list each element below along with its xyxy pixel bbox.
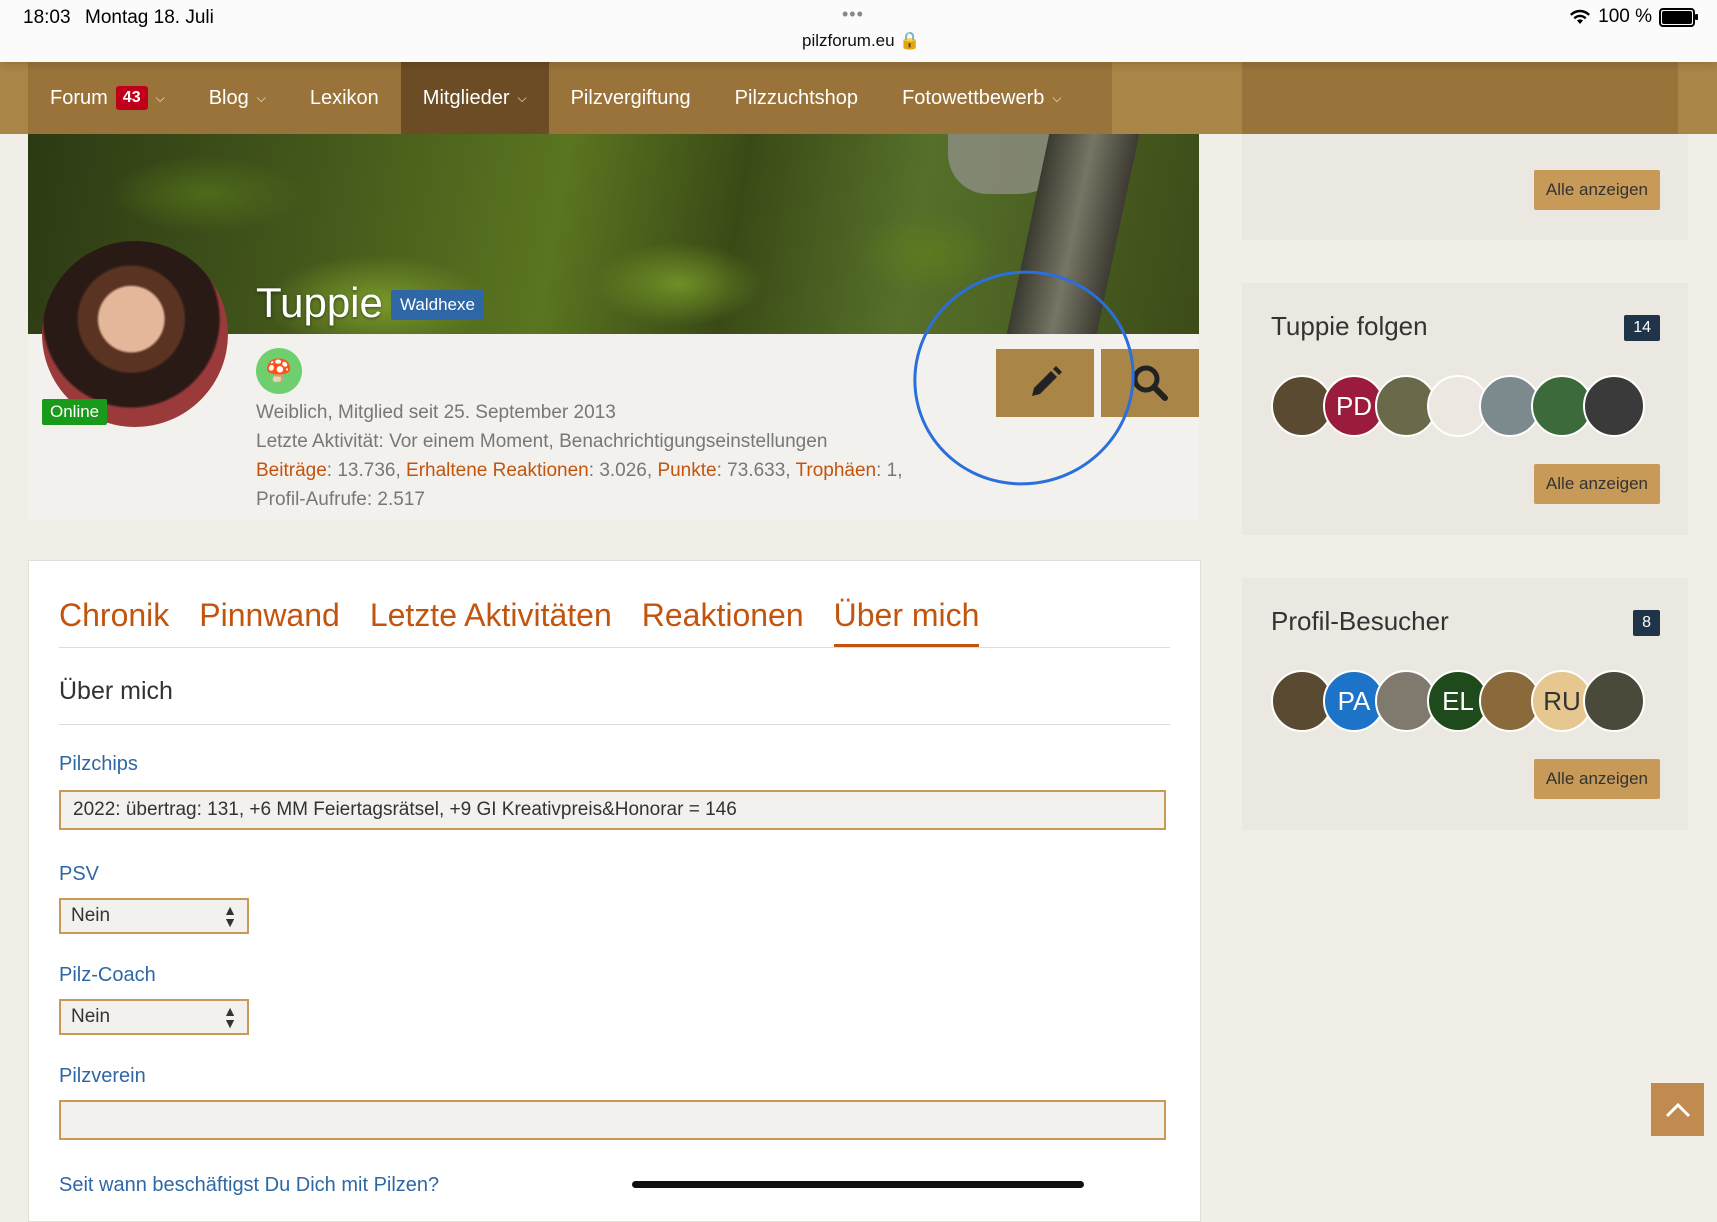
forum-unread-badge: 43: [115, 86, 148, 110]
nav-item-pilzzuchtshop[interactable]: Pilzzuchtshop: [713, 62, 880, 134]
visitors-count: 8: [1633, 610, 1660, 636]
url-text: pilzforum.eu: [802, 31, 895, 50]
nav-item-label: Blog: [208, 86, 249, 109]
following-avatars: PD: [1271, 375, 1645, 437]
lock-icon: 🔒: [899, 31, 921, 50]
chevron-up-icon: [1665, 1102, 1690, 1117]
tab-2[interactable]: Pinnwand: [199, 597, 340, 647]
pilzchips-value: 2022: übertrag: 131, +6 MM Feiertagsräts…: [73, 799, 737, 820]
nav-item-pilzvergiftung[interactable]: Pilzvergiftung: [549, 62, 713, 134]
profile-username: Tuppie: [256, 279, 383, 326]
profile-search-button[interactable]: [1101, 349, 1199, 417]
status-time: 18:03: [23, 7, 71, 28]
chevron-down-icon: ⌵: [155, 90, 165, 105]
psv-selected: Nein: [71, 905, 111, 926]
updown-icon: ▲ ▼: [223, 902, 237, 930]
following-card: Tuppie folgen 14 PD Alle anzeigen: [1242, 283, 1688, 535]
nav-item-forum[interactable]: Forum 43 ⌵: [28, 62, 187, 134]
multitask-dots[interactable]: •••: [842, 4, 864, 25]
status-date: Montag 18. Juli: [85, 7, 214, 28]
scroll-to-top-button[interactable]: [1651, 1083, 1704, 1136]
battery-icon: [1659, 7, 1698, 27]
reactions-link[interactable]: Erhaltene Reaktionen: [406, 460, 589, 481]
profile-tabs: Chronik Pinnwand Letzte Aktivitäten Reaktio…: [59, 597, 1170, 648]
pilzcoach-selected: Nein: [71, 1006, 111, 1027]
psv-select[interactable]: Nein ▲ ▼: [59, 898, 249, 934]
psv-label: PSV: [59, 863, 100, 885]
show-all-button-top[interactable]: Alle anzeigen: [1533, 170, 1660, 210]
following-avatar[interactable]: [1583, 375, 1645, 437]
show-all-visitors-button[interactable]: Alle anzeigen: [1533, 759, 1660, 799]
nav-item-label: Pilzvergiftung: [570, 86, 691, 109]
chevron-down-icon: ⌵: [1052, 90, 1062, 105]
following-title: Tuppie folgen: [1271, 311, 1428, 341]
since-label: Seit wann beschäftigst Du Dich mit Pilze…: [59, 1174, 440, 1196]
posts-link[interactable]: Beiträge: [256, 460, 327, 481]
visitors-title: Profil-Besucher: [1271, 606, 1449, 636]
updown-icon: ▲ ▼: [223, 1003, 237, 1031]
section-title: Über mich: [59, 677, 173, 705]
nav-menu: Forum 43 ⌵ Blog ⌵ Lexikon Mitglieder ⌵ Pilzvergi…: [28, 62, 1112, 134]
nav-item-label: Pilzzuchtshop: [734, 86, 859, 109]
chevron-down-icon: ⌵: [517, 90, 527, 105]
battery-text: 100 %: [1598, 6, 1652, 27]
section-divider: [59, 724, 1170, 725]
show-all-following-button[interactable]: Alle anzeigen: [1533, 464, 1660, 504]
points-link[interactable]: Punkte: [657, 460, 716, 481]
profile-stats: Beiträge: 13.736, Erhaltene Reaktionen: …: [256, 460, 903, 481]
wifi-icon: [1570, 9, 1591, 24]
visitors-card: Profil-Besucher 8 PA EL RU Alle anzeigen: [1242, 578, 1688, 830]
user-title-badge: Waldhexe: [391, 290, 484, 320]
home-indicator: [632, 1181, 1084, 1188]
nav-item-label: Lexikon: [309, 86, 379, 109]
main-navbar: Forum 43 ⌵ Blog ⌵ Lexikon Mitglieder ⌵ Pilzvergi…: [0, 62, 1717, 134]
address-bar[interactable]: pilzforum.eu 🔒: [802, 31, 921, 51]
visitors-avatars: PA EL RU: [1271, 670, 1645, 732]
rank-icon: 🍄: [256, 348, 302, 394]
trophies-link[interactable]: Trophäen: [795, 460, 876, 481]
nav-item-label: Mitglieder: [422, 86, 510, 109]
pencil-icon: [1032, 366, 1062, 396]
profile-views: Profil-Aufrufe: 2.517: [256, 489, 425, 510]
nav-item-label: Fotowettbewerb: [902, 86, 1045, 109]
status-bar: 18:03 Montag 18. Juli ••• pilzforum.eu 🔒…: [0, 0, 1717, 62]
tab-1[interactable]: Chronik: [59, 597, 169, 647]
edit-profile-button[interactable]: [996, 349, 1094, 417]
following-count: 14: [1624, 315, 1660, 341]
pilzcoach-select[interactable]: Nein ▲ ▼: [59, 999, 249, 1035]
sidebar-top-card: Alle anzeigen: [1242, 134, 1688, 240]
pilzchips-label: Pilzchips: [59, 753, 138, 775]
tab-5[interactable]: Über mich: [833, 597, 980, 647]
profile-info-gender: Weiblich, Mitglied seit 25. September 20…: [256, 402, 616, 423]
nav-item-label: Forum: [50, 86, 108, 109]
visitors-avatar[interactable]: [1583, 670, 1645, 732]
nav-item-blog[interactable]: Blog ⌵: [187, 62, 288, 134]
search-icon: [1132, 365, 1168, 401]
nav-item-lexikon[interactable]: Lexikon: [288, 62, 401, 134]
pilzcoach-label: Pilz-Coach: [59, 964, 156, 986]
online-badge: Online: [42, 399, 108, 425]
nav-user-area: [1242, 62, 1678, 134]
about-card: Chronik Pinnwand Letzte Aktivitäten Reaktio…: [28, 560, 1201, 1222]
status-right: 100 %: [1569, 6, 1698, 28]
pilzchips-field[interactable]: 2022: übertrag: 131, +6 MM Feiertagsräts…: [59, 790, 1166, 830]
nav-item-mitglieder[interactable]: Mitglieder ⌵: [400, 62, 549, 134]
pilzverein-label: Pilzverein: [59, 1065, 146, 1087]
tab-4[interactable]: Reaktionen: [642, 597, 804, 647]
nav-item-fotowettbewerb[interactable]: Fotowettbewerb ⌵: [880, 62, 1083, 134]
tab-3[interactable]: Letzte Aktivitäten: [370, 597, 612, 647]
profile-info-activity: Letzte Aktivität: Vor einem Moment, Bena…: [256, 431, 828, 452]
chevron-down-icon: ⌵: [256, 90, 266, 105]
pilzverein-field[interactable]: [59, 1100, 1166, 1140]
